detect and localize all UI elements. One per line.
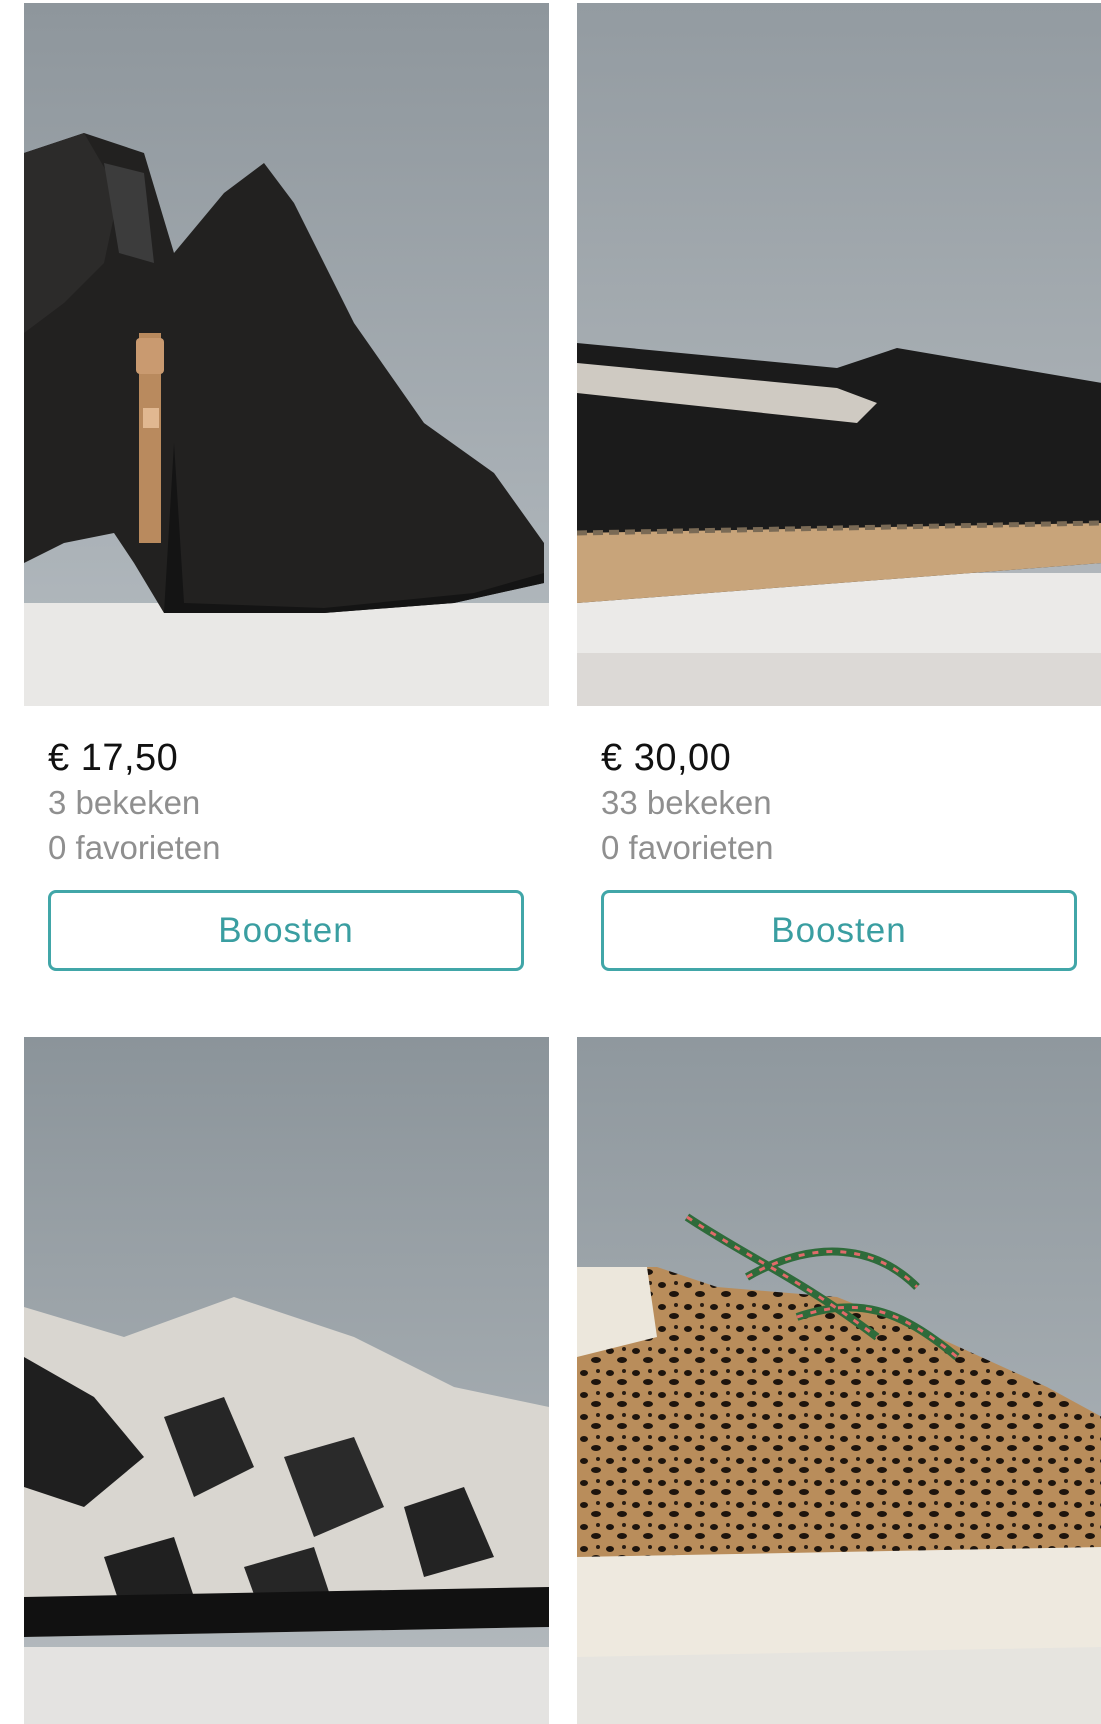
views-count: 3 bekeken xyxy=(48,784,201,821)
snakeskin-loafer-photo xyxy=(24,1037,549,1724)
listing-card[interactable]: € 30,00 33 bekeken 0 favorieten Boosten xyxy=(577,3,1101,971)
black-espadrille-photo xyxy=(577,3,1101,706)
price: € 17,50 xyxy=(48,737,179,779)
leopard-print-sneaker-photo xyxy=(577,1037,1101,1724)
product-photo[interactable] xyxy=(24,3,549,706)
black-suede-ankle-boot-photo xyxy=(24,3,549,706)
favorites-count: 0 favorieten xyxy=(48,829,221,866)
listing-card[interactable]: € 17,50 3 bekeken 0 favorieten Boosten xyxy=(24,3,549,971)
product-photo[interactable] xyxy=(577,3,1101,706)
boost-button[interactable]: Boosten xyxy=(601,890,1077,971)
product-photo[interactable] xyxy=(24,1037,549,1724)
price: € 30,00 xyxy=(601,737,732,779)
favorites-count: 0 favorieten xyxy=(601,829,774,866)
listing-card[interactable] xyxy=(24,1037,549,1724)
views-count: 33 bekeken xyxy=(601,784,772,821)
boost-button[interactable]: Boosten xyxy=(48,890,524,971)
product-photo[interactable] xyxy=(577,1037,1101,1724)
listing-card[interactable] xyxy=(577,1037,1101,1724)
